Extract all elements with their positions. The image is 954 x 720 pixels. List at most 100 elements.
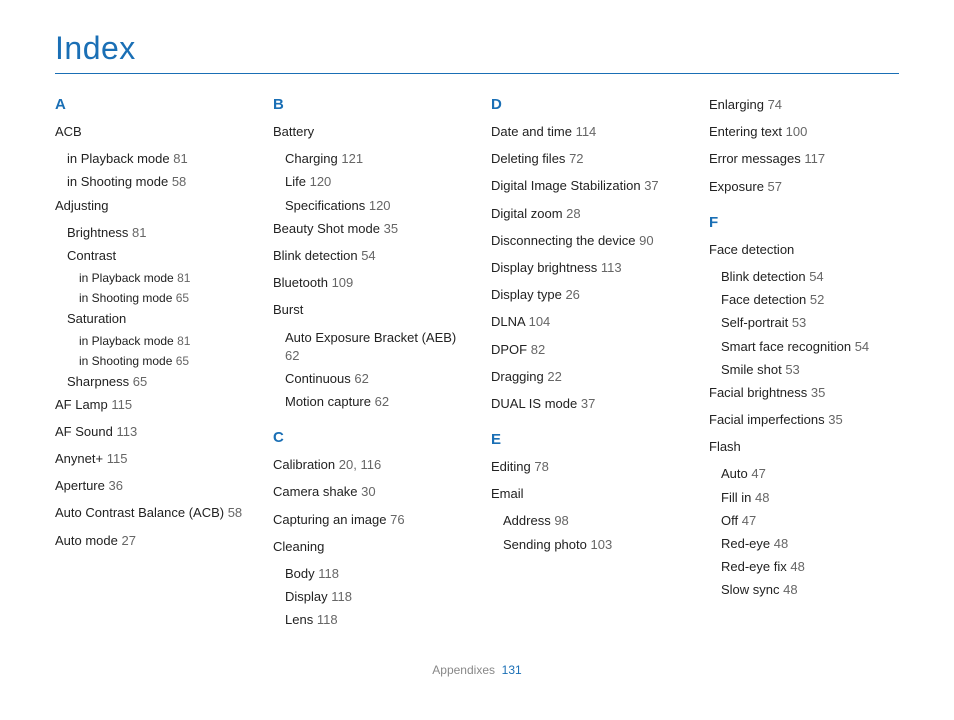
index-subentry: Contrast [67, 247, 245, 265]
index-subentry: Brightness 81 [67, 224, 245, 242]
entry-page: 118 [331, 589, 352, 604]
index-entry: Entering text 100 [709, 123, 899, 141]
index-entry: Email [491, 485, 681, 503]
index-subentry: Display 118 [285, 588, 463, 606]
index-entry: DLNA 104 [491, 313, 681, 331]
entry-page: 65 [133, 374, 147, 389]
index-letter: B [273, 96, 463, 113]
entry-label: in Playback mode [79, 271, 174, 285]
entry-label: Face detection [721, 292, 806, 307]
index-entry: DUAL IS mode 37 [491, 395, 681, 413]
index-entry: Exposure 57 [709, 178, 899, 196]
entry-label: Red-eye [721, 536, 770, 551]
entry-page: 36 [109, 478, 123, 493]
entry-label: Email [491, 486, 524, 501]
index-subentry: Charging 121 [285, 150, 463, 168]
entry-page: 47 [751, 466, 765, 481]
index-subentry: Slow sync 48 [721, 581, 899, 599]
entry-label: Life [285, 174, 306, 189]
entry-page: 22 [547, 369, 561, 384]
entry-label: Editing [491, 459, 531, 474]
entry-label: Display type [491, 287, 562, 302]
entry-label: in Shooting mode [79, 354, 172, 368]
entry-label: Auto mode [55, 533, 118, 548]
index-entry: Editing 78 [491, 458, 681, 476]
page-title: Index [55, 30, 899, 74]
index-subentry: Auto 47 [721, 465, 899, 483]
index-entry: Bluetooth 109 [273, 274, 463, 292]
entry-label: Off [721, 513, 738, 528]
entry-page: 48 [755, 490, 769, 505]
index-entry: Display type 26 [491, 286, 681, 304]
entry-label: Capturing an image [273, 512, 386, 527]
index-subentry: Life 120 [285, 173, 463, 191]
entry-page: 58 [172, 174, 186, 189]
index-entry: Auto mode 27 [55, 532, 245, 550]
index-letter: F [709, 214, 899, 231]
index-letter: C [273, 429, 463, 446]
index-subsubentry: in Playback mode 81 [79, 270, 245, 287]
index-subentry: Blink detection 54 [721, 268, 899, 286]
index-subentry: Self-portrait 53 [721, 314, 899, 332]
entry-label: Body [285, 566, 315, 581]
entry-label: Deleting files [491, 151, 565, 166]
entry-page: 47 [742, 513, 756, 528]
entry-label: Sending photo [503, 537, 587, 552]
entry-page: 53 [792, 315, 806, 330]
entry-label: Anynet+ [55, 451, 103, 466]
index-subentry: Face detection 52 [721, 291, 899, 309]
entry-page: 26 [565, 287, 579, 302]
entry-page: 115 [111, 397, 132, 412]
entry-label: Lens [285, 612, 313, 627]
index-subentry: Address 98 [503, 512, 681, 530]
index-entry: Facial imperfections 35 [709, 411, 899, 429]
entry-page: 65 [176, 291, 189, 305]
index-subentry: Sharpness 65 [67, 373, 245, 391]
entry-page: 72 [569, 151, 583, 166]
entry-page: 48 [790, 559, 804, 574]
entry-label: Disconnecting the device [491, 233, 636, 248]
index-letter: D [491, 96, 681, 113]
index-entry: Battery [273, 123, 463, 141]
index-subentry: Specifications 120 [285, 197, 463, 215]
entry-label: in Shooting mode [67, 174, 168, 189]
entry-page: 52 [810, 292, 824, 307]
entry-page: 20, 116 [339, 457, 381, 472]
index-subentry: Fill in 48 [721, 489, 899, 507]
entry-label: Camera shake [273, 484, 358, 499]
index-subsubentry: in Playback mode 81 [79, 333, 245, 350]
entry-label: Brightness [67, 225, 128, 240]
entry-label: ACB [55, 124, 82, 139]
index-entry: Capturing an image 76 [273, 511, 463, 529]
entry-label: Facial brightness [709, 385, 807, 400]
index-entry: Blink detection 54 [273, 247, 463, 265]
index-letter: E [491, 431, 681, 448]
entry-label: Slow sync [721, 582, 780, 597]
entry-label: Face detection [709, 242, 794, 257]
index-entry: Adjusting [55, 197, 245, 215]
entry-page: 54 [855, 339, 869, 354]
entry-label: in Playback mode [79, 334, 174, 348]
entry-page: 113 [601, 260, 622, 275]
index-entry: Dragging 22 [491, 368, 681, 386]
entry-label: DUAL IS mode [491, 396, 577, 411]
entry-page: 54 [361, 248, 375, 263]
entry-label: Display [285, 589, 328, 604]
index-subentry: Red-eye fix 48 [721, 558, 899, 576]
entry-page: 117 [804, 151, 825, 166]
index-entry: Auto Contrast Balance (ACB) 58 [55, 504, 245, 522]
entry-label: Address [503, 513, 551, 528]
entry-label: Smart face recognition [721, 339, 851, 354]
index-column: DDate and time 114Deleting files 72Digit… [491, 96, 681, 635]
entry-page: 58 [228, 505, 242, 520]
page-footer: Appendixes 131 [55, 663, 899, 677]
index-subentry: in Playback mode 81 [67, 150, 245, 168]
entry-label: Calibration [273, 457, 335, 472]
entry-page: 90 [639, 233, 653, 248]
entry-page: 114 [576, 124, 597, 139]
index-entry: Anynet+ 115 [55, 450, 245, 468]
index-subsubentry: in Shooting mode 65 [79, 290, 245, 307]
index-subentry: Auto Exposure Bracket (AEB) 62 [285, 329, 463, 365]
index-columns: AACBin Playback mode 81in Shooting mode … [55, 96, 899, 635]
index-subentry: Red-eye 48 [721, 535, 899, 553]
